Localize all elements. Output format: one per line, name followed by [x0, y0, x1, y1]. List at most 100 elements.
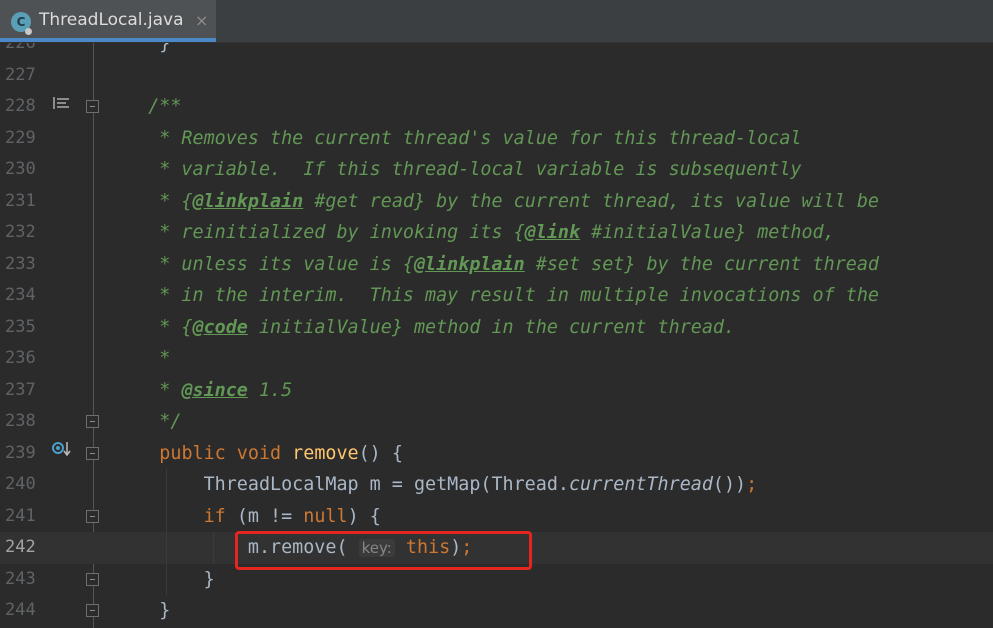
line-number: 242	[5, 537, 36, 557]
code-text: }	[115, 595, 170, 627]
code-line[interactable]: 231 * {@linkplain #get read} by the curr…	[0, 186, 993, 218]
line-number: 234	[5, 285, 36, 305]
code-line[interactable]: 228 /**	[0, 91, 993, 123]
tab-label: ThreadLocal.java	[39, 10, 184, 30]
line-number: 230	[5, 159, 36, 179]
code-token: @linkplain	[192, 190, 304, 212]
code-line[interactable]: 227	[0, 60, 993, 92]
code-token: ) {	[347, 505, 381, 527]
line-number: 241	[5, 505, 36, 526]
code-token: currentThread	[568, 474, 713, 495]
line-number: 229	[5, 127, 36, 148]
code-text: ThreadLocalMap m = getMap(Thread.current…	[115, 469, 758, 501]
code-line[interactable]: 237 * @since 1.5	[0, 375, 993, 407]
code-line[interactable]: 241 if (m != null) {	[0, 501, 993, 533]
fold-marker-icon[interactable]	[86, 446, 99, 460]
code-token: #initialValue} method,	[580, 222, 835, 243]
code-line[interactable]: 238 */	[0, 406, 993, 438]
indent-guide	[213, 532, 214, 564]
code-line[interactable]: 232 * reinitialized by invoking its {@li…	[0, 217, 993, 249]
close-tab-icon[interactable]: ×	[195, 11, 208, 30]
line-number: 227	[5, 64, 36, 85]
code-text: if (m != null) {	[115, 501, 381, 533]
indent-guide	[166, 469, 167, 595]
code-token: () {	[358, 442, 403, 464]
code-token: */	[148, 411, 182, 432]
code-token: /**	[148, 96, 182, 117]
line-number: 228	[5, 96, 36, 116]
code-editor[interactable]: 226 } 227 228 /** 229 * Removes the current…	[0, 43, 993, 628]
highlight-annotation-box	[235, 531, 532, 570]
editor-tab-bar: C ThreadLocal.java ×	[0, 0, 993, 43]
code-token: @since	[181, 379, 248, 401]
line-number: 240	[5, 474, 36, 494]
line-number: 243	[5, 568, 36, 589]
fold-marker-icon[interactable]	[86, 100, 99, 113]
line-number: 244	[5, 600, 36, 620]
line-number: 237	[5, 379, 36, 400]
code-token: @code	[192, 316, 248, 338]
code-token: remove	[292, 442, 359, 464]
tab-threadlocal-java[interactable]: C ThreadLocal.java ×	[0, 0, 216, 42]
code-token: * {	[148, 190, 193, 212]
code-text: * in the interim. This may result in mul…	[115, 280, 879, 312]
line-number: 236	[5, 348, 36, 368]
active-tab-indicator	[0, 38, 216, 42]
line-number: 226	[5, 43, 36, 53]
code-token: @linkplain	[413, 253, 525, 275]
line-number: 232	[5, 222, 36, 242]
code-line[interactable]: 240 ThreadLocalMap m = getMap(Thread.cur…	[0, 469, 993, 501]
code-token: }	[159, 600, 171, 621]
code-token: * {	[148, 316, 193, 338]
line-number: 233	[5, 253, 36, 274]
fold-marker-icon[interactable]	[86, 604, 99, 617]
line-number: 238	[5, 411, 36, 431]
code-line[interactable]: 226 }	[0, 43, 993, 60]
line-number: 231	[5, 190, 36, 211]
java-class-icon-badge	[25, 28, 32, 35]
code-text: }	[115, 564, 215, 596]
code-line[interactable]: 239 public void remove() {	[0, 438, 993, 470]
code-text: */	[115, 406, 181, 438]
code-token: #get read} by the current thread, its va…	[303, 190, 879, 212]
code-token: #set set} by the current thread	[524, 253, 879, 275]
code-line[interactable]: 229 * Removes the current thread's value…	[0, 123, 993, 155]
code-text: * {@code initialValue} method in the cur…	[115, 312, 735, 344]
code-token: ;	[746, 474, 758, 495]
code-text: * reinitialized by invoking its {@link #…	[115, 217, 835, 249]
code-line[interactable]: 236 *	[0, 343, 993, 375]
code-text: }	[115, 43, 170, 60]
code-token: * variable. If this thread-local variabl…	[148, 159, 802, 180]
code-line[interactable]: 235 * {@code initialValue} method in the…	[0, 312, 993, 344]
code-token: *	[148, 348, 171, 369]
fold-marker-icon[interactable]	[86, 415, 99, 428]
code-token: 1.5	[247, 379, 293, 401]
code-token: initialValue} method in the current thre…	[247, 316, 736, 338]
code-text: * variable. If this thread-local variabl…	[115, 154, 801, 186]
code-token: (m !=	[225, 505, 304, 527]
code-token: * reinitialized by invoking its {	[148, 222, 525, 243]
code-token: null	[303, 505, 348, 527]
code-token: @link	[524, 222, 581, 243]
code-token: }	[115, 43, 171, 54]
code-token: ())	[712, 474, 747, 495]
code-line[interactable]: 233 * unless its value is {@linkplain #s…	[0, 249, 993, 281]
fold-marker-icon[interactable]	[86, 572, 99, 586]
code-token: * unless its value is {	[148, 253, 414, 275]
code-text: /**	[115, 91, 181, 123]
code-token: if	[203, 505, 226, 527]
javadoc-render-icon[interactable]	[52, 96, 70, 110]
code-line[interactable]: 244 }	[0, 595, 993, 627]
code-line[interactable]: 234 * in the interim. This may result in…	[0, 280, 993, 312]
code-token: * in the interim. This may result in mul…	[148, 285, 879, 306]
code-line[interactable]: 230 * variable. If this thread-local var…	[0, 154, 993, 186]
code-token: *	[148, 379, 182, 401]
line-number: 239	[5, 442, 36, 463]
code-text: public void remove() {	[115, 438, 403, 470]
overrides-method-icon[interactable]	[51, 440, 71, 458]
fold-marker-icon[interactable]	[86, 509, 99, 523]
code-token: ThreadLocalMap m = getMap(Thread.	[159, 474, 569, 495]
code-text: * {@linkplain #get read} by the current …	[115, 186, 879, 218]
line-number: 235	[5, 316, 36, 337]
code-token: * Removes the current thread's value for…	[148, 127, 802, 149]
